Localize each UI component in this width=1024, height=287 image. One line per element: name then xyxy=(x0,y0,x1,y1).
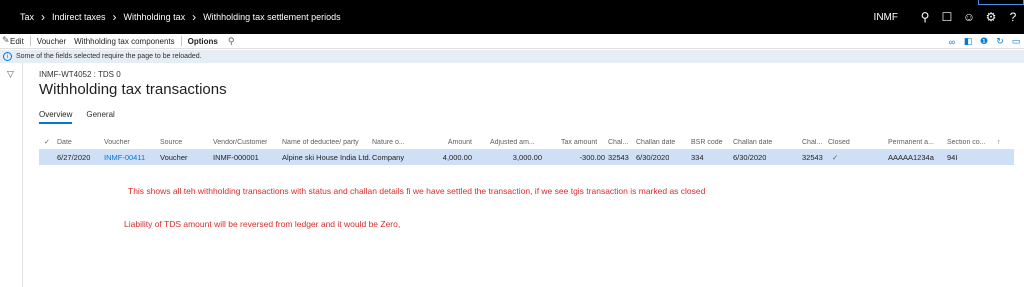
transactions-grid: ✓ Date Voucher Source Vendor/Customer Na… xyxy=(39,135,1014,165)
cell-name: Alpine ski House India Ltd. xyxy=(282,153,371,162)
breadcrumb-withholding-tax[interactable]: Withholding tax xyxy=(124,12,186,22)
tab-strip: Overview General xyxy=(39,110,129,124)
chevron-right-icon: › xyxy=(41,10,46,24)
col-amount[interactable]: Amount xyxy=(426,139,472,146)
office-icon[interactable]: ◧ xyxy=(960,34,976,49)
cell-source: Voucher xyxy=(160,153,188,162)
chevron-right-icon: › xyxy=(112,10,117,24)
info-message-bar: i Some of the fields selected require th… xyxy=(0,50,1024,63)
tab-overview[interactable]: Overview xyxy=(39,110,73,124)
col-source[interactable]: Source xyxy=(160,139,182,146)
search-icon[interactable]: ⚲ xyxy=(914,0,936,34)
voucher-button[interactable]: Voucher xyxy=(33,37,70,46)
info-icon: i xyxy=(3,52,12,61)
col-name[interactable]: Name of deductee/ party xyxy=(282,139,359,146)
cell-challan-date-1: 6/30/2020 xyxy=(636,153,670,162)
breadcrumb: Tax › Indirect taxes › Withholding tax ›… xyxy=(0,10,341,24)
company-picker[interactable]: INMF xyxy=(874,12,898,23)
select-all-check-icon[interactable]: ✓ xyxy=(44,138,50,146)
open-new-window-icon[interactable]: ▭ xyxy=(1008,34,1024,49)
breadcrumb-current-page: Withholding tax settlement periods xyxy=(203,12,341,22)
sort-arrow-icon[interactable]: ↑ xyxy=(997,139,1001,146)
cell-chal-1: 32543 xyxy=(608,153,629,162)
cell-amount: 4,000.00 xyxy=(442,153,472,162)
cell-adjusted: 3,000.00 xyxy=(512,153,542,162)
table-row[interactable]: 6/27/2020 INMF-00411 Voucher INMF-000001… xyxy=(39,150,1014,165)
top-nav-bar: Tax › Indirect taxes › Withholding tax ›… xyxy=(0,0,1024,34)
user-button-edge xyxy=(978,0,1024,5)
chat-icon[interactable]: ☐ xyxy=(936,0,958,34)
col-date[interactable]: Date xyxy=(57,139,72,146)
col-pan[interactable]: Permanent a... xyxy=(888,139,934,146)
chevron-right-icon: › xyxy=(192,10,197,24)
cell-voucher-link[interactable]: INMF-00411 xyxy=(104,153,145,162)
annotation-note-liability: Liability of TDS amount will be reversed… xyxy=(124,219,401,229)
col-chal-1[interactable]: Chal... xyxy=(608,139,628,146)
record-caption: INMF-WT4052 : TDS 0 xyxy=(39,70,121,79)
wht-components-button[interactable]: Withholding tax components xyxy=(70,37,179,46)
closed-check-icon[interactable]: ✓ xyxy=(832,153,838,162)
cell-challan-date-2: 6/30/2020 xyxy=(733,153,767,162)
cell-vendor: INMF-000001 xyxy=(213,153,259,162)
col-bsr[interactable]: BSR code xyxy=(691,139,723,146)
help-icon[interactable]: ? xyxy=(1002,0,1024,34)
annotation-note-closed: This shows all teh withholding transacti… xyxy=(128,186,706,196)
cell-section: 94I xyxy=(947,153,958,162)
cell-bsr: 334 xyxy=(691,153,704,162)
col-adjusted[interactable]: Adjusted am... xyxy=(490,139,535,146)
cell-pan: AAAAA1234a xyxy=(888,153,934,162)
pencil-icon: ✎ xyxy=(2,35,10,45)
info-message: Some of the fields selected require the … xyxy=(16,53,202,60)
page-title: Withholding tax transactions xyxy=(39,81,227,98)
cell-nature: Company xyxy=(372,153,405,162)
col-challan-date-1[interactable]: Challan date xyxy=(636,139,675,146)
col-tax[interactable]: Tax amount xyxy=(561,139,597,146)
action-pane: ✎ Edit Voucher Withholding tax component… xyxy=(0,34,1024,49)
cell-tax: -300.00 xyxy=(579,153,605,162)
link-icon[interactable]: ∞ xyxy=(944,34,960,49)
cell-chal-2: 32543 xyxy=(802,153,823,162)
options-tab[interactable]: Options xyxy=(184,37,222,46)
grid-header-row: ✓ Date Voucher Source Vendor/Customer Na… xyxy=(39,135,1014,150)
col-challan-date-2[interactable]: Challan date xyxy=(733,139,772,146)
col-vendor[interactable]: Vendor/Customer xyxy=(213,139,267,146)
filter-icon[interactable]: ▽ xyxy=(7,69,14,80)
gear-icon[interactable]: ⚙ xyxy=(980,0,1002,34)
col-section[interactable]: Section co... xyxy=(947,139,986,146)
col-chal-2[interactable]: Chal... xyxy=(802,139,822,146)
col-voucher[interactable]: Voucher xyxy=(104,139,130,146)
cell-date: 6/27/2020 xyxy=(57,153,91,162)
col-nature[interactable]: Nature o... xyxy=(372,139,405,146)
attachment-icon[interactable]: ❶ xyxy=(976,34,992,49)
search-icon[interactable]: ⚲ xyxy=(222,36,241,47)
breadcrumb-tax[interactable]: Tax xyxy=(20,12,34,22)
col-closed[interactable]: Closed xyxy=(828,139,850,146)
filter-pane: ▽ xyxy=(0,63,23,287)
action-divider xyxy=(29,36,31,46)
refresh-icon[interactable]: ↻ xyxy=(992,34,1008,49)
smiley-icon[interactable]: ☺ xyxy=(958,0,980,34)
breadcrumb-indirect-taxes[interactable]: Indirect taxes xyxy=(52,12,106,22)
action-divider xyxy=(180,36,182,46)
tab-general[interactable]: General xyxy=(86,110,114,124)
